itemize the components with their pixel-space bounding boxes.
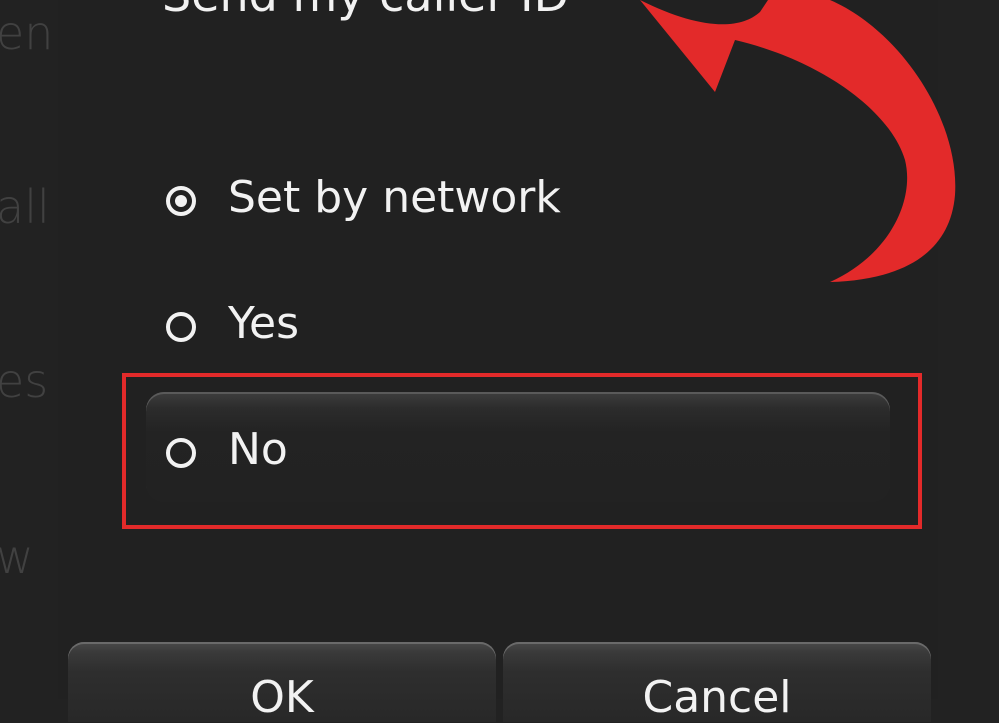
option-label: Set by network [228,172,561,223]
background-list-item: w [0,530,34,584]
radio-selected-icon [166,186,196,216]
radio-unselected-icon [166,312,196,342]
cancel-button[interactable]: Cancel [503,642,931,723]
option-label: Yes [228,298,300,349]
ok-button-label: OK [250,672,314,723]
background-list-item: en [0,6,54,60]
option-label: No [228,424,288,475]
background-list-item: all [0,180,50,234]
option-yes[interactable]: Yes [146,278,890,378]
cancel-button-label: Cancel [642,672,792,723]
caller-id-dialog: Send my caller ID Set by network Yes No [58,0,938,699]
ok-button[interactable]: OK [68,642,496,723]
option-no[interactable]: No [146,392,890,502]
background-list-item: es [0,354,49,408]
dialog-title: Send my caller ID [162,0,569,22]
radio-unselected-icon [166,438,196,468]
option-set-by-network[interactable]: Set by network [146,152,890,252]
